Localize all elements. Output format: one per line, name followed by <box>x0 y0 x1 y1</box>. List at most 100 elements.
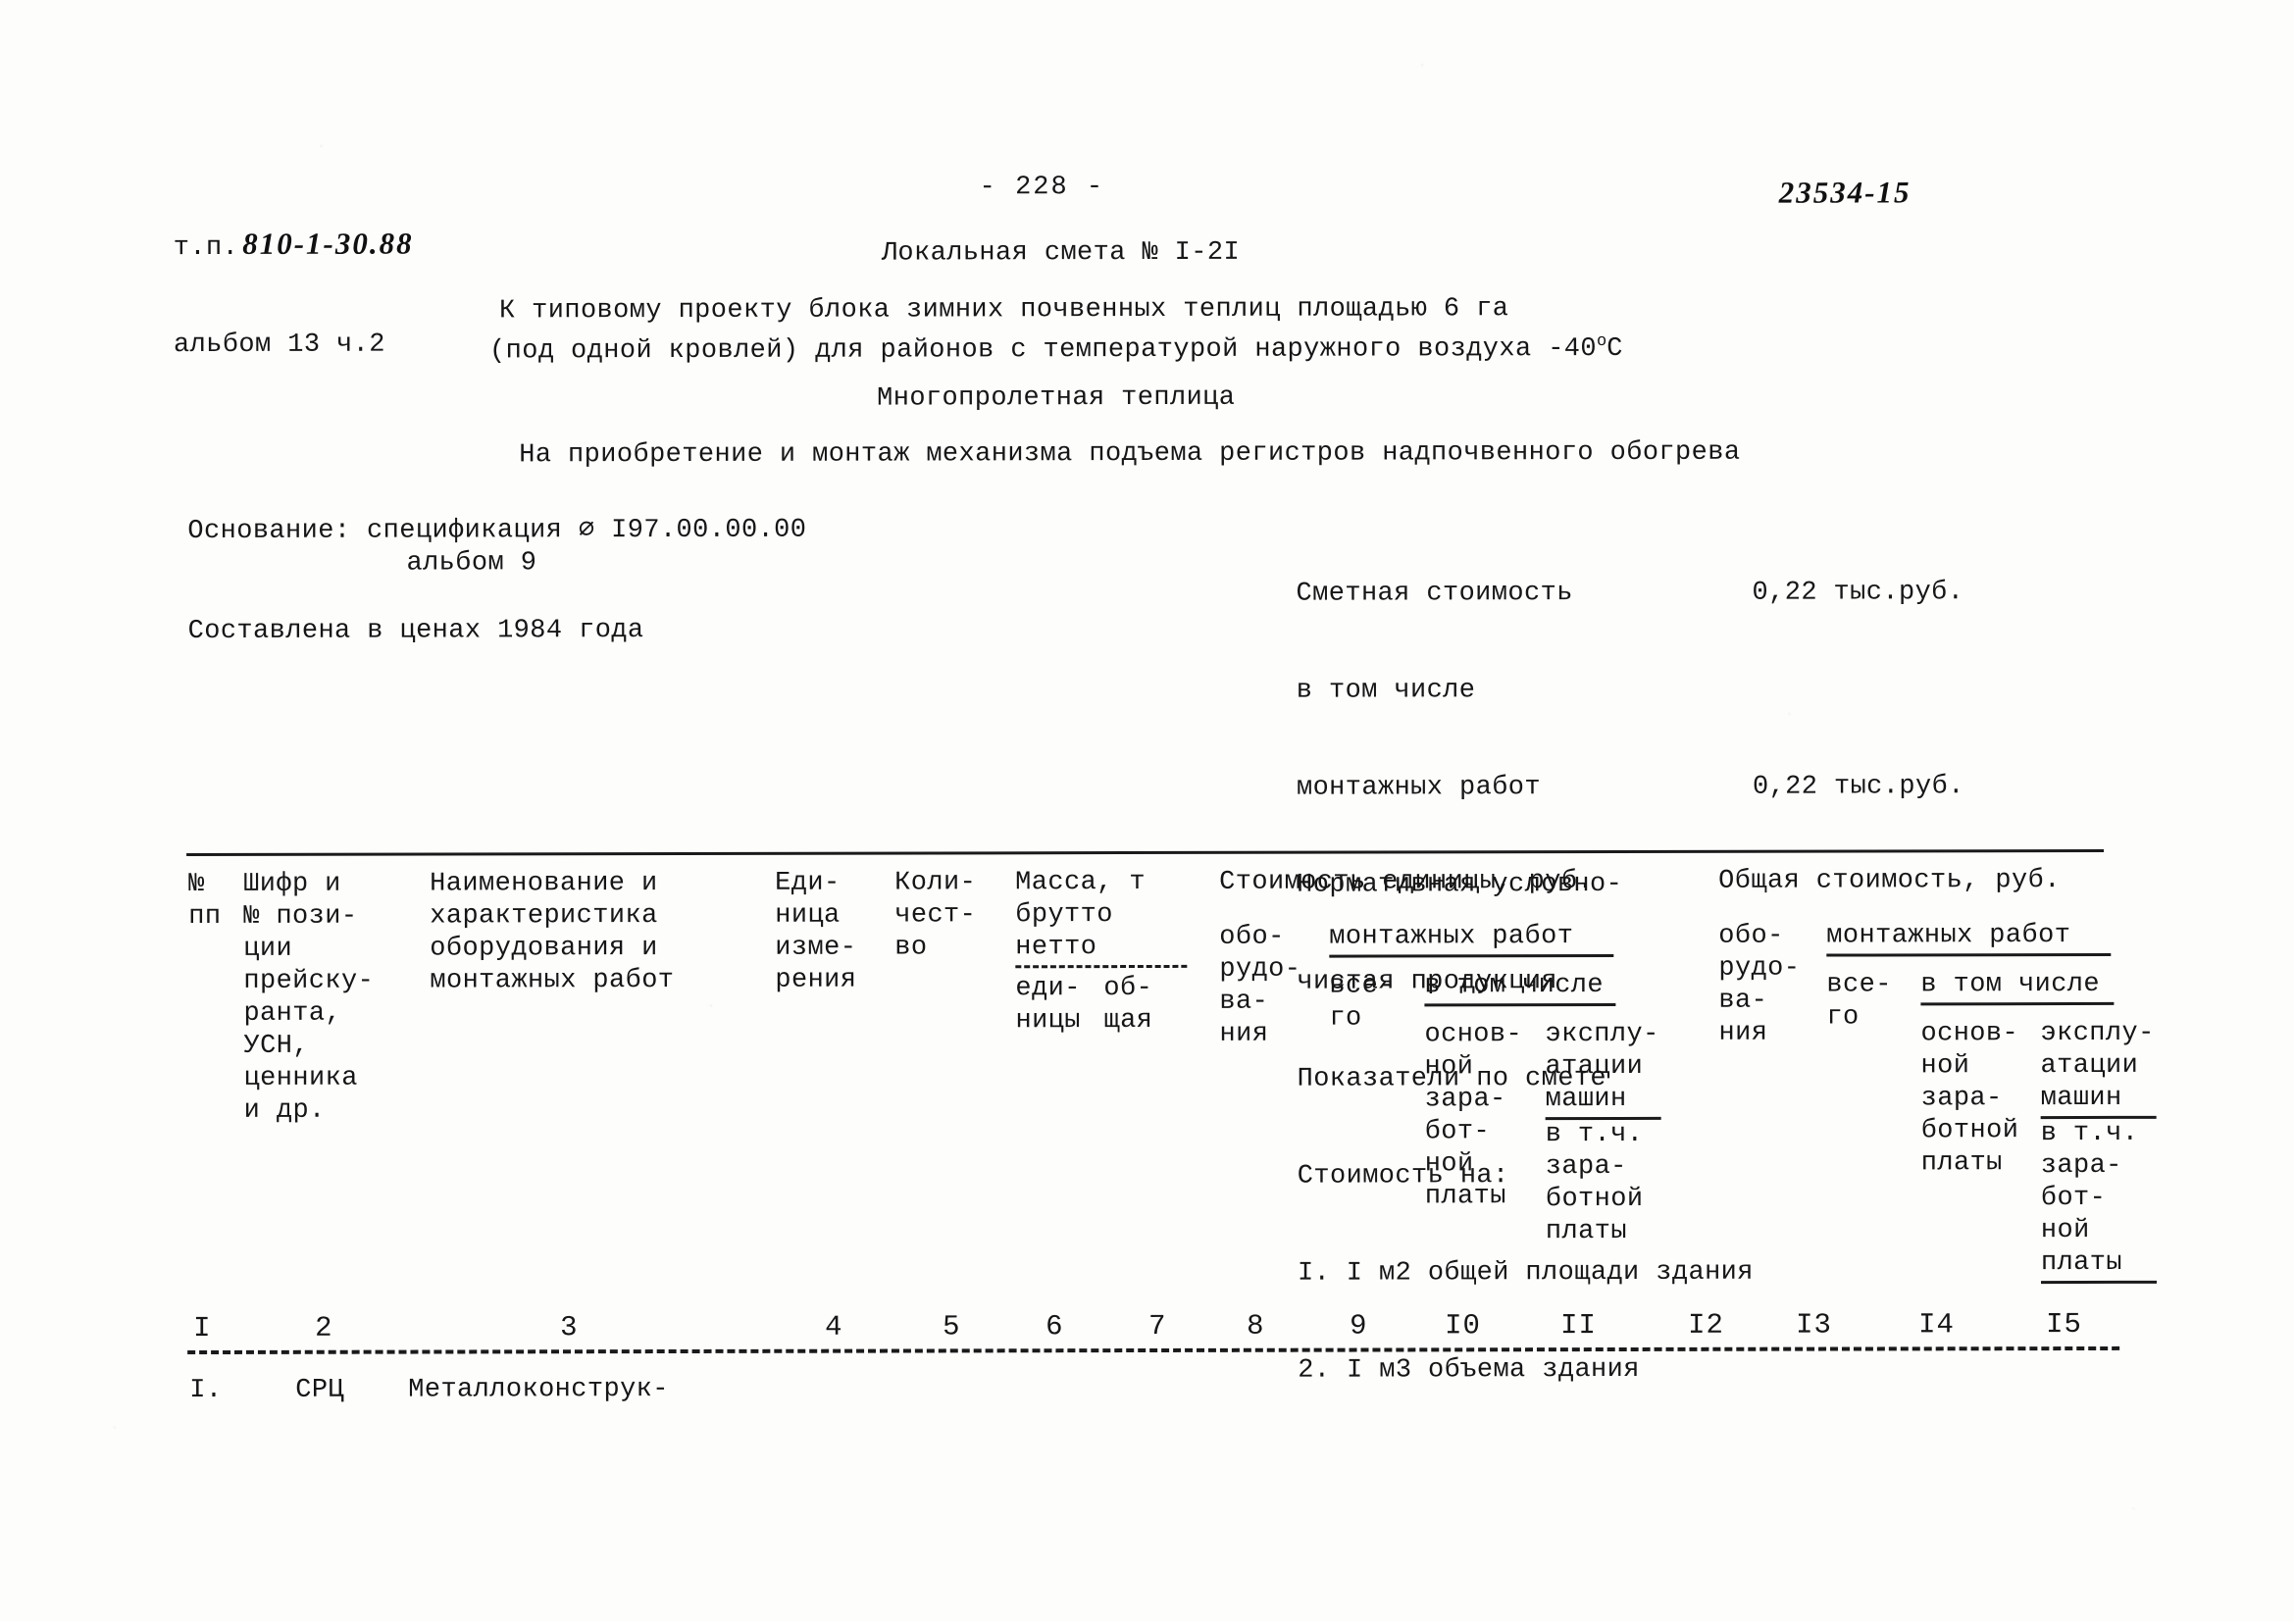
col-header-totalcost-wage-1: основ- <box>1920 1018 2018 1050</box>
col-header-unitcost-incl-title: в том числе <box>1424 970 1615 1006</box>
column-number-2: 2 <box>315 1312 332 1345</box>
col-header-unit-2: ница <box>775 900 840 933</box>
col-header-totalcost-wage-3: зара- <box>1921 1083 2003 1115</box>
col-header-code-7: ценника <box>244 1063 358 1095</box>
col-header-unitcost-equip-1: обо- <box>1219 922 1284 954</box>
col-header-unitcost-install-title: монтажных работ <box>1329 921 1613 958</box>
col-header-totalcost-total-2: го <box>1826 1001 1859 1034</box>
summary-label: в том числе <box>1297 675 1753 708</box>
col-header-totalcost-mach-4: в т.ч. <box>2041 1118 2139 1150</box>
col-header-unitcost-equip-4: ния <box>1219 1019 1268 1051</box>
col-header-no-2: пп <box>188 901 221 934</box>
col-header-totalcost-mach-5: зара- <box>2041 1150 2122 1183</box>
estimate-title: Локальная смета № I-2I <box>882 237 1240 271</box>
col-header-qty-1: Коли- <box>894 867 976 899</box>
basis-specification: Основание: спецификация ∅ I97.00.00.00 <box>187 515 806 548</box>
column-number-1: I <box>193 1312 211 1345</box>
project-stamp: т.п. 810-1-30.88 альбом 13 ч.2 <box>174 163 414 428</box>
column-number-6: 6 <box>1045 1310 1063 1343</box>
col-header-totalcost-total-1: все- <box>1826 969 1891 1001</box>
project-code: 810-1-30.88 <box>242 228 413 260</box>
col-header-unitcost-wage-6: платы <box>1425 1181 1506 1213</box>
column-number-7: 7 <box>1148 1310 1166 1343</box>
col-header-code-6: УСН, <box>243 1031 308 1063</box>
col-header-code-2: № пози- <box>243 901 357 934</box>
summary-label: Сметная стоимость <box>1297 578 1753 611</box>
col-header-unitcost-total-2: го <box>1329 1003 1361 1036</box>
summary-row: монтажных работ 0,22 тыс.руб. <box>1297 771 1964 804</box>
col-header-mass-brutto: брутто <box>1015 899 1113 932</box>
col-header-totalcost-equip-1: обо- <box>1718 921 1783 953</box>
summary-row: Сметная стоимость 0,22 тыс.руб. <box>1297 577 1964 610</box>
col-header-totalcost-equip-2: рудо- <box>1718 953 1800 986</box>
col-header-code-4: прейску- <box>243 966 374 998</box>
price-year-note: Составлена в ценах 1984 года <box>188 615 644 648</box>
col-header-unit-1: Еди- <box>775 868 840 900</box>
col-header-totalcost-mach-8: платы <box>2041 1247 2157 1284</box>
summary-label: I. I м2 общей площади здания <box>1298 1257 1754 1291</box>
col-header-unitcost-wage-3: зара- <box>1425 1084 1506 1116</box>
column-number-12: I2 <box>1688 1309 1724 1342</box>
col-header-unitcost-mach-2: атации <box>1546 1051 1644 1084</box>
estimate-purpose: На приобретение и монтаж механизма подъе… <box>519 437 1740 473</box>
col-header-totalcost-mach-2: атации <box>2041 1050 2139 1083</box>
col-header-totalcost-mach-6: бот- <box>2041 1183 2106 1215</box>
column-number-5: 5 <box>943 1310 960 1343</box>
column-number-4: 4 <box>825 1311 842 1344</box>
column-number-8: 8 <box>1247 1310 1264 1343</box>
col-header-totalcost-equip-3: ва- <box>1718 986 1767 1018</box>
col-header-unitcost-mach-7: платы <box>1546 1216 1627 1248</box>
summary-row: 2. I м3 объема здания <box>1298 1353 1965 1387</box>
col-header-totalcost-incl-title: в том числе <box>1920 969 2114 1005</box>
col-header-totalcost-mach-7: ной <box>2041 1215 2090 1247</box>
column-number-3: 3 <box>560 1311 578 1344</box>
col-header-unitcost-mach-1: эксплу- <box>1545 1019 1658 1051</box>
col-header-mass-total-1: об- <box>1103 973 1152 1005</box>
album-line: альбом 13 ч.2 <box>174 330 414 363</box>
col-header-unitcost-wage-2: ной <box>1425 1051 1474 1084</box>
col-header-unitcost-mach-6: ботной <box>1546 1184 1644 1216</box>
column-number-9: 9 <box>1350 1310 1367 1343</box>
col-header-totalcost-title: Общая стоимость, руб. <box>1718 865 2061 898</box>
col-header-unitcost-wage-1: основ- <box>1424 1019 1522 1051</box>
summary-row: в том числе <box>1297 674 1964 707</box>
col-header-unitcost-title: Стоимость единицы, руб. <box>1219 866 1594 899</box>
summary-label: Стоимость на: <box>1298 1160 1754 1193</box>
degree-superscript: о <box>1597 332 1606 351</box>
col-header-name-3: оборудования и <box>430 933 658 965</box>
project-label: т.п. <box>174 232 238 265</box>
col-header-totalcost-install-title: монтажных работ <box>1826 920 2111 957</box>
col-header-mass-unit-1: еди- <box>1015 973 1080 1005</box>
celsius-letter: С <box>1606 334 1623 364</box>
col-header-unitcost-wage-4: бот- <box>1425 1116 1490 1148</box>
col-header-unitcost-mach-5: зара- <box>1546 1151 1627 1184</box>
col-header-code-8: и др. <box>244 1095 326 1128</box>
summary-value: 0,22 тыс.руб. <box>1753 577 1964 609</box>
greenhouse-type: Многопролетная теплица <box>877 382 1235 416</box>
document-page: т.п. 810-1-30.88 альбом 13 ч.2 - 228 - 2… <box>0 0 2294 1622</box>
col-header-unitcost-mach-4: в т.ч. <box>1546 1119 1644 1151</box>
basis-album: альбом 9 <box>406 547 536 580</box>
col-header-code-1: Шифр и <box>243 869 341 901</box>
col-header-no: № <box>188 869 205 901</box>
document-number: 23534-15 <box>1779 175 1912 210</box>
table-row-number: I. <box>189 1375 222 1407</box>
col-header-totalcost-mach-3: машин <box>2041 1083 2157 1119</box>
column-number-15: I5 <box>2046 1308 2082 1341</box>
col-header-unitcost-mach-3: машин <box>1546 1084 1661 1120</box>
col-header-mass-title: Масса, т <box>1015 867 1146 899</box>
table-row-code: СРЦ <box>295 1375 344 1407</box>
col-header-mass-unit-2: ницы <box>1015 1005 1080 1038</box>
col-header-totalcost-wage-4: ботной <box>1921 1115 2019 1147</box>
col-header-totalcost-mach-1: эксплу- <box>2040 1018 2154 1050</box>
summary-value: 0,22 тыс.руб. <box>1753 771 1964 803</box>
summary-label: Показатели по смете <box>1298 1063 1754 1096</box>
col-header-totalcost-wage-2: ной <box>1921 1050 1970 1083</box>
col-header-unitcost-equip-2: рудо- <box>1219 954 1300 987</box>
col-header-mass-netto: нетто <box>1015 932 1187 968</box>
col-header-name-1: Наименование и <box>430 868 658 900</box>
summary-label: 2. I м3 объема здания <box>1298 1354 1754 1388</box>
col-header-unit-4: рения <box>775 965 856 997</box>
col-header-unitcost-wage-5: ной <box>1425 1148 1474 1181</box>
col-header-name-4: монтажных работ <box>430 965 674 998</box>
